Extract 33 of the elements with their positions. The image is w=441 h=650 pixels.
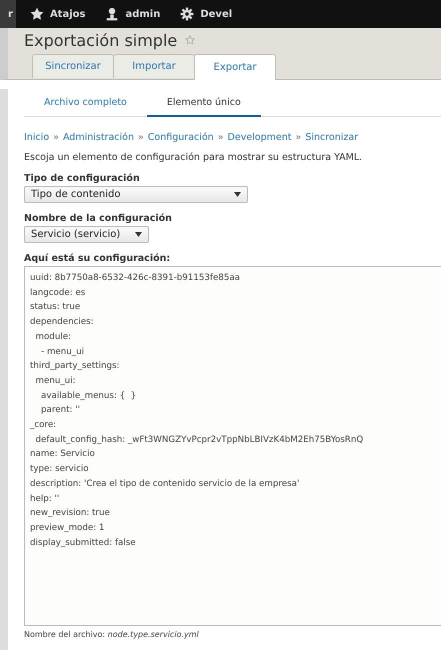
star-icon[interactable] <box>185 35 196 45</box>
subtab[interactable]: Elemento único <box>146 89 261 117</box>
star-icon <box>30 7 44 21</box>
user-icon <box>105 7 120 21</box>
field-label: Tipo de configuración <box>24 173 141 184</box>
breadcrumb-separator: » <box>218 132 224 143</box>
config-text-area[interactable]: uuid: 8b7750a8-6532-426c-8391-b91153fe85aa langcode: es status: true dependencies: module: - menu_ui third_party_settings: menu_ui: available_menus: { } parent: '' _core: default_config_hash: _wFt3WNGZYvPcpr2vTppNbLBIVzK4bM2Eh75BYosRnQ name: Servicio type: servicio description: 'Crea el tipo de contenido servicio de la empresa' help: '' new_revision: true preview_mode: 1 display_submitted: false <box>24 266 441 626</box>
breadcrumb-link[interactable]: Configuración <box>148 132 214 143</box>
breadcrumb-link[interactable]: Administración <box>62 132 134 143</box>
breadcrumb-link[interactable]: Inicio <box>24 132 50 143</box>
breadcrumb-separator: » <box>296 132 302 143</box>
tab[interactable]: Sincronizar <box>32 54 114 78</box>
gear-icon <box>180 7 194 21</box>
caret-icon <box>234 192 241 197</box>
breadcrumb-separator: » <box>53 132 59 143</box>
field-label: Aquí está su configuración: <box>24 253 172 264</box>
tab[interactable]: Importar <box>113 54 195 78</box>
breadcrumb-link[interactable]: Development <box>228 132 292 143</box>
toolbar-item[interactable]: admin <box>95 0 170 28</box>
filename-note: Nombre del archivo: node.type.servicio.yml <box>24 630 200 639</box>
tab[interactable]: Exportar <box>194 54 276 80</box>
toolbar-item[interactable]: r <box>0 0 16 28</box>
breadcrumb-link[interactable]: Sincronizar <box>305 132 358 143</box>
toolbar-item[interactable]: Atajos <box>20 0 96 28</box>
field-label: Nombre de la configuración <box>24 213 173 224</box>
page-title: Exportación simple <box>24 30 178 50</box>
select-dropdown[interactable]: Tipo de contenido <box>24 186 248 203</box>
breadcrumb-separator: » <box>138 132 144 143</box>
description-text: Escoja un elemento de configuración para mostrar su estructura YAML. <box>24 152 364 163</box>
toolbar-item[interactable]: Devel <box>170 0 242 28</box>
caret-icon <box>135 232 142 237</box>
select-dropdown[interactable]: Servicio (servicio) <box>24 226 149 243</box>
subtab[interactable]: Archivo completo <box>24 89 147 117</box>
